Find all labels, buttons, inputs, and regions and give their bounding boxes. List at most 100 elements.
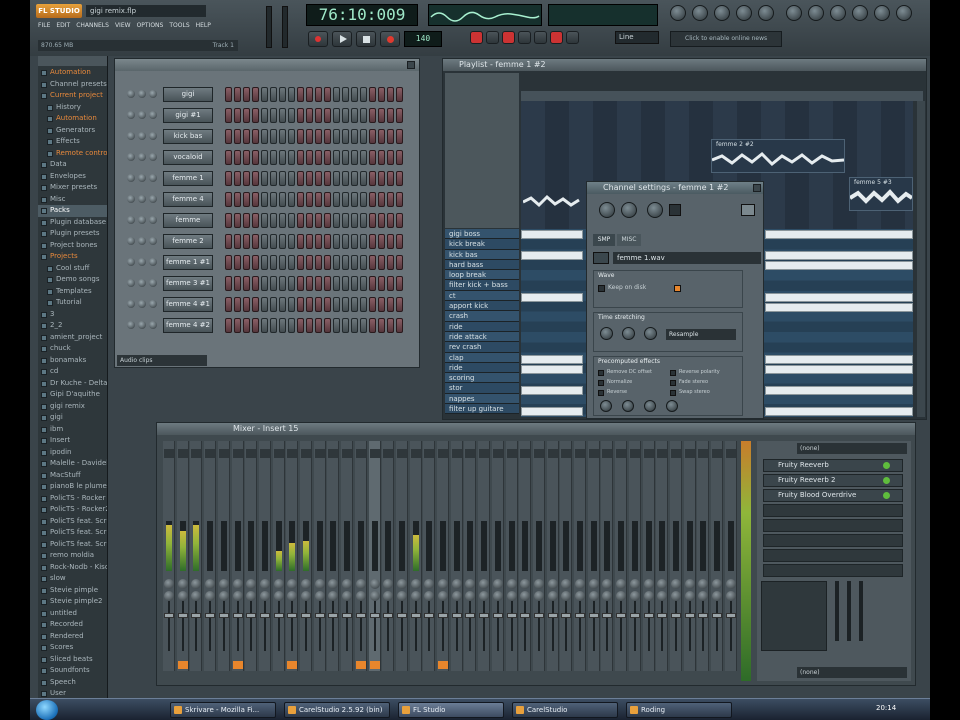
step-button[interactable] [252, 276, 259, 291]
step-button[interactable] [333, 192, 340, 207]
channel-rack-view-icon[interactable] [714, 5, 730, 21]
mixer-channel-strip[interactable] [587, 441, 600, 671]
taskbar-item-folder[interactable]: CarelStudio 2.5.92 (bin) [284, 702, 390, 718]
track-label[interactable]: loop break [445, 270, 519, 281]
browser-item[interactable]: untitled [38, 608, 107, 620]
fx-slot[interactable] [763, 519, 903, 532]
step-button[interactable] [315, 255, 322, 270]
browser-item[interactable]: Cool stuff [38, 263, 107, 275]
step-button[interactable] [342, 318, 349, 333]
plugin-picker-icon[interactable] [852, 5, 868, 21]
step-button[interactable] [279, 276, 286, 291]
step-button[interactable] [243, 213, 250, 228]
stretch-time-knob[interactable] [644, 327, 657, 340]
step-button[interactable] [297, 213, 304, 228]
channel-mute-button[interactable] [127, 111, 135, 119]
pan-knob[interactable] [438, 591, 448, 601]
step-button[interactable] [342, 171, 349, 186]
step-button[interactable] [225, 129, 232, 144]
volume-fader-handle[interactable] [314, 613, 325, 618]
browser-item[interactable]: Projects [38, 251, 107, 263]
pan-knob[interactable] [287, 579, 298, 589]
browser-item[interactable]: Rock-Nodb - Kiso [38, 562, 107, 574]
volume-fader-handle[interactable] [273, 613, 284, 618]
step-button[interactable] [288, 255, 295, 270]
volume-fader-handle[interactable] [575, 613, 585, 618]
track-label[interactable]: rev crash [445, 342, 519, 353]
mixer-channel-strip[interactable] [341, 441, 354, 671]
volume-fader-handle[interactable] [629, 613, 640, 618]
channel-vol-knob[interactable] [149, 153, 157, 161]
step-button[interactable] [297, 234, 304, 249]
step-button[interactable] [315, 129, 322, 144]
eq-band-slider-1[interactable] [835, 581, 839, 641]
channel-mute-button[interactable] [127, 174, 135, 182]
volume-fader-handle[interactable] [588, 613, 599, 618]
step-button[interactable] [279, 297, 286, 312]
channel-pan-knob[interactable] [138, 279, 146, 287]
step-button[interactable] [261, 213, 268, 228]
step-button[interactable] [243, 318, 250, 333]
pan-knob[interactable] [301, 591, 311, 601]
channel-vol-knob[interactable] [149, 279, 157, 287]
pitch-knob[interactable] [647, 202, 663, 218]
track-label[interactable]: ride attack [445, 331, 519, 343]
pattern-block[interactable] [765, 230, 913, 239]
step-button[interactable] [333, 129, 340, 144]
pan-knob[interactable] [218, 591, 229, 601]
pan-knob[interactable] [698, 591, 709, 601]
fx-enable-led-icon[interactable] [883, 492, 890, 499]
mixer-channel-strip[interactable] [656, 441, 669, 671]
route-button[interactable] [232, 661, 243, 669]
step-button[interactable] [342, 87, 349, 102]
pan-knob[interactable] [383, 591, 394, 601]
pan-knob[interactable] [355, 579, 366, 589]
volume-fader-handle[interactable] [657, 613, 668, 618]
channel-name-button[interactable]: kick bas [163, 129, 213, 144]
browser-item[interactable]: PolicTS feat. Scrub [38, 516, 107, 528]
volume-fader-handle[interactable] [712, 613, 722, 618]
step-button[interactable] [306, 213, 313, 228]
volume-fader-handle[interactable] [602, 613, 613, 618]
mixer-channel-strip[interactable] [190, 441, 203, 671]
vertical-scrollbar[interactable] [917, 101, 925, 417]
step-button[interactable] [279, 192, 286, 207]
step-button[interactable] [225, 297, 232, 312]
volume-fader-handle[interactable] [246, 613, 257, 618]
step-button[interactable] [297, 171, 304, 186]
step-button[interactable] [396, 297, 403, 312]
pan-knob[interactable] [410, 579, 421, 589]
mixer-channel-strip[interactable] [642, 441, 655, 671]
channel-name-button[interactable]: femme 1 #1 [163, 255, 213, 270]
menu-channels[interactable]: CHANNELS [76, 22, 109, 34]
step-button[interactable] [297, 87, 304, 102]
browser-item[interactable]: Plugin presets [38, 228, 107, 240]
step-button[interactable] [360, 276, 367, 291]
step-button[interactable] [324, 192, 331, 207]
step-button[interactable] [306, 150, 313, 165]
pattern-block[interactable] [521, 407, 583, 416]
step-button[interactable] [261, 276, 268, 291]
pattern-block[interactable] [521, 355, 583, 364]
browser-item[interactable]: Malelle - Davidel [38, 458, 107, 470]
step-button[interactable] [378, 129, 385, 144]
master-volume-slider[interactable] [266, 6, 272, 48]
step-button[interactable] [315, 192, 322, 207]
mixer-channel-strip[interactable] [450, 441, 463, 671]
step-button[interactable] [225, 192, 232, 207]
browser-item[interactable]: ibm [38, 424, 107, 436]
pan-knob[interactable] [328, 591, 339, 601]
step-button[interactable] [261, 234, 268, 249]
stretch-mode-selector[interactable]: Resample [666, 329, 736, 340]
channel-mute-button[interactable] [127, 216, 135, 224]
channel-mute-button[interactable] [127, 132, 135, 140]
mixer-channel-strip[interactable] [395, 441, 408, 671]
browser-item[interactable]: Templates [38, 286, 107, 298]
step-button[interactable] [306, 318, 313, 333]
step-button[interactable] [333, 150, 340, 165]
track-label[interactable]: scoring [445, 373, 519, 384]
pan-knob[interactable] [506, 579, 517, 589]
volume-fader-handle[interactable] [205, 613, 216, 618]
step-button[interactable] [360, 150, 367, 165]
channel-mute-button[interactable] [127, 195, 135, 203]
